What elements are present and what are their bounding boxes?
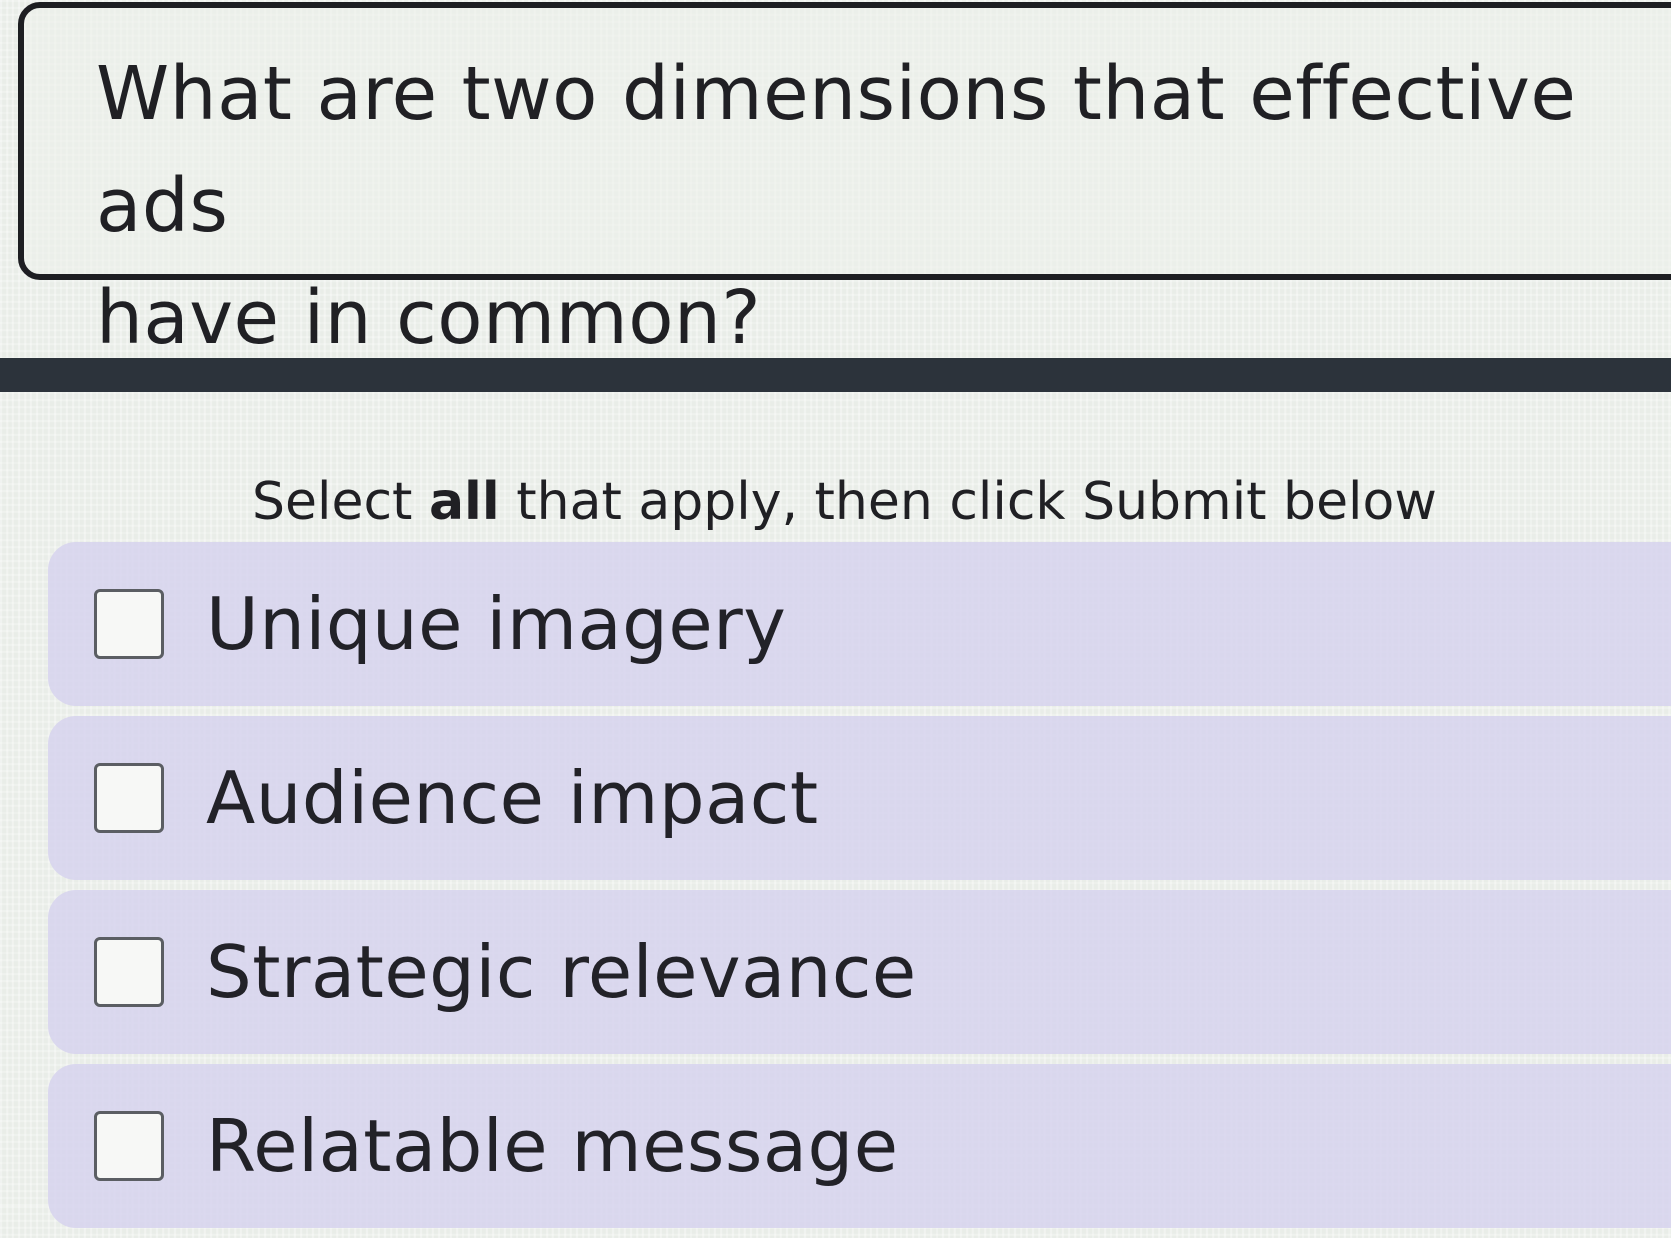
section-divider xyxy=(0,358,1671,392)
option-label: Audience impact xyxy=(206,756,819,840)
option-audience-impact[interactable]: Audience impact xyxy=(48,716,1671,880)
option-relatable-message[interactable]: Relatable message xyxy=(48,1064,1671,1228)
option-unique-imagery[interactable]: Unique imagery xyxy=(48,542,1671,706)
instruction-emphasis: all xyxy=(428,472,500,532)
answer-options: Unique imagery Audience impact Strategic… xyxy=(48,542,1671,1238)
instruction-suffix: that apply, then click Submit below xyxy=(499,472,1437,532)
checkbox[interactable] xyxy=(94,763,164,833)
checkbox[interactable] xyxy=(94,1111,164,1181)
question-text: What are two dimensions that effective a… xyxy=(96,38,1671,374)
question-line-1: What are two dimensions that effective a… xyxy=(96,51,1577,249)
question-card: What are two dimensions that effective a… xyxy=(18,2,1671,361)
checkbox[interactable] xyxy=(94,589,164,659)
option-strategic-relevance[interactable]: Strategic relevance xyxy=(48,890,1671,1054)
option-label: Relatable message xyxy=(206,1104,899,1188)
question-line-2: have in common? xyxy=(96,275,762,361)
instruction-text: Select all that apply, then click Submit… xyxy=(252,466,1437,538)
instruction-prefix: Select xyxy=(252,472,429,532)
option-label: Strategic relevance xyxy=(206,930,917,1014)
checkbox[interactable] xyxy=(94,937,164,1007)
option-label: Unique imagery xyxy=(206,582,787,666)
